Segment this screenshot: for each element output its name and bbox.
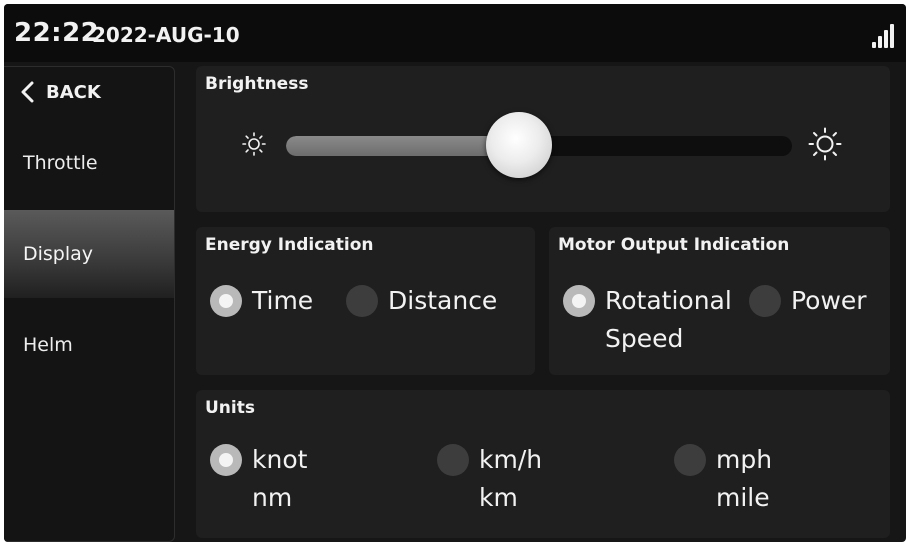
sun-small-icon — [242, 132, 266, 156]
motor-output-indication-title: Motor Output Indication — [558, 235, 790, 255]
radio-label: km/h km — [479, 441, 542, 517]
sidebar-item-helm[interactable]: Helm — [4, 301, 174, 389]
radio-label: Rotational Speed — [605, 282, 732, 358]
energy-option-distance[interactable]: Distance — [346, 285, 497, 320]
radio-unselected-icon — [749, 285, 781, 317]
sidebar-item-label: Display — [23, 243, 94, 265]
status-bar: 22:22 2022-AUG-10 — [4, 4, 906, 62]
sidebar-item-display[interactable]: Display — [4, 210, 174, 298]
radio-selected-icon — [210, 444, 242, 476]
units-option-mph[interactable]: mph mile — [674, 444, 772, 517]
display-settings-screen: 22:22 2022-AUG-10 BACK Throttle Display … — [4, 4, 906, 542]
sidebar-item-throttle[interactable]: Throttle — [4, 119, 174, 207]
radio-label-line2: mile — [716, 483, 770, 512]
radio-label-line2: km — [479, 483, 518, 512]
motor-output-indication-panel: Motor Output Indication Rotational Speed… — [549, 227, 890, 375]
brightness-slider-fill — [286, 136, 519, 156]
radio-label-line1: knot — [252, 445, 308, 474]
radio-unselected-icon — [674, 444, 706, 476]
energy-indication-title: Energy Indication — [205, 235, 374, 255]
radio-label-line1: Rotational — [605, 286, 732, 315]
radio-label-line2: Speed — [605, 324, 684, 353]
motor-option-power[interactable]: Power — [749, 285, 867, 320]
energy-indication-panel: Energy Indication Time Distance — [196, 227, 535, 375]
back-button[interactable]: BACK — [20, 77, 101, 107]
sun-large-icon — [808, 127, 842, 161]
radio-unselected-icon — [437, 444, 469, 476]
radio-label: Power — [791, 286, 867, 315]
radio-label: knot nm — [252, 441, 307, 517]
energy-option-time[interactable]: Time — [210, 285, 313, 320]
brightness-slider-thumb[interactable] — [485, 112, 552, 178]
units-panel: Units knot nm km/h km mph mile — [196, 390, 890, 538]
radio-selected-icon — [563, 285, 595, 317]
units-title: Units — [205, 398, 255, 418]
sidebar: BACK Throttle Display Helm — [4, 66, 175, 542]
radio-label-line1: km/h — [479, 445, 543, 474]
radio-label: Time — [252, 286, 314, 315]
clock-time: 22:22 — [14, 18, 100, 48]
radio-selected-icon — [210, 285, 242, 317]
units-option-knot[interactable]: knot nm — [210, 444, 307, 517]
motor-option-rotational-speed[interactable]: Rotational Speed — [563, 285, 732, 358]
brightness-title: Brightness — [205, 74, 309, 94]
signal-strength-icon — [870, 22, 896, 48]
units-option-kmh[interactable]: km/h km — [437, 444, 542, 517]
chevron-left-icon — [21, 81, 34, 103]
radio-label: Distance — [388, 286, 498, 315]
sidebar-item-label: Throttle — [23, 152, 98, 174]
radio-label-line2: nm — [252, 483, 293, 512]
clock-date: 2022-AUG-10 — [92, 23, 240, 47]
back-label: BACK — [46, 81, 101, 103]
brightness-panel: Brightness — [196, 66, 890, 212]
radio-label-line1: mph — [716, 445, 773, 474]
radio-unselected-icon — [346, 285, 378, 317]
radio-label: mph mile — [716, 441, 772, 517]
sidebar-item-label: Helm — [23, 334, 73, 356]
